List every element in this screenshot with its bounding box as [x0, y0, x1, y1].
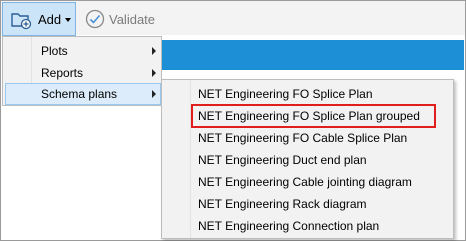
- toolbar: Add Validate: [1, 1, 465, 36]
- submenu-item-rack-diagram[interactable]: NET Engineering Rack diagram: [198, 193, 367, 215]
- menu-item-reports[interactable]: Reports: [5, 62, 161, 84]
- menu-item-label: Plots: [41, 44, 68, 58]
- add-button[interactable]: Add: [2, 2, 76, 36]
- schema-plans-submenu: NET Engineering FO Splice Plan NET Engin…: [161, 79, 454, 239]
- caret-down-icon: [65, 18, 71, 22]
- menu-item-label: Schema plans: [41, 87, 118, 101]
- menu-item-label: Reports: [41, 66, 84, 80]
- chevron-right-icon: [152, 90, 156, 98]
- add-button-label: Add: [38, 12, 62, 27]
- validate-button-label: Validate: [109, 11, 156, 27]
- menu-item-plots[interactable]: Plots: [5, 40, 161, 62]
- highlight-annotation-box: [191, 104, 436, 128]
- menu-item-schema-plans[interactable]: Schema plans: [5, 83, 161, 105]
- submenu-item-duct-end-plan[interactable]: NET Engineering Duct end plan: [198, 149, 367, 171]
- validate-button[interactable]: Validate: [85, 6, 155, 32]
- selected-row-strip: [160, 40, 464, 70]
- add-dropdown-menu: Plots Reports Schema plans: [2, 36, 162, 106]
- submenu-item-fo-cable-splice-plan[interactable]: NET Engineering FO Cable Splice Plan: [198, 127, 407, 149]
- chevron-right-icon: [152, 47, 156, 55]
- folder-add-icon: [11, 13, 32, 30]
- submenu-item-connection-plan[interactable]: NET Engineering Connection plan: [198, 215, 379, 237]
- check-circle-icon: [85, 9, 105, 29]
- submenu-item-fo-splice-plan[interactable]: NET Engineering FO Splice Plan: [198, 83, 373, 105]
- chevron-right-icon: [152, 69, 156, 77]
- submenu-item-cable-jointing-diagram[interactable]: NET Engineering Cable jointing diagram: [198, 171, 412, 193]
